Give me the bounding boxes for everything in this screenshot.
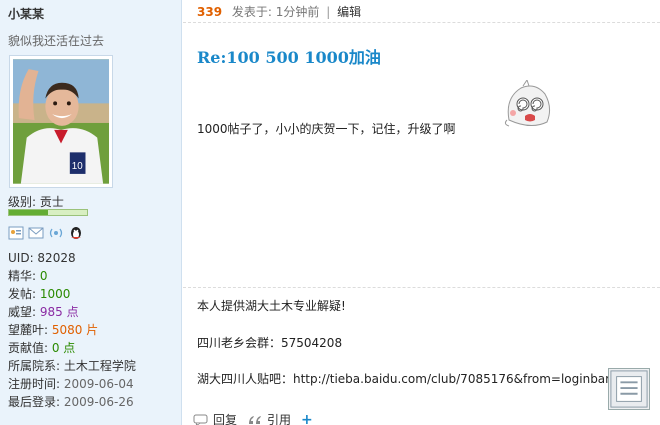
broadcast-icon[interactable] (48, 226, 64, 240)
rank-label: 级别: 贡士 (8, 195, 64, 209)
dizzy-face-emoticon (504, 80, 551, 127)
user-sidebar: 小某某 貌似我还活在过去 10 级别: 贡士 UID: 82028 精华: 0 … (0, 0, 182, 425)
message-icon[interactable] (28, 226, 44, 240)
quote-button[interactable]: 引用 (247, 411, 291, 425)
rank-progress-bar (8, 209, 88, 216)
posted-time: 发表于: 1分钟前 (231, 5, 320, 19)
reply-label: 回复 (213, 413, 238, 425)
stat-last-login: 最后登录: 2009-06-26 (8, 395, 134, 409)
stat-leaves: 望麓叶: 5080 片 (8, 323, 99, 337)
post-main: 339 发表于: 1分钟前 | 编辑 Re:100 500 1000加油 100… (183, 0, 660, 425)
post-actions: 回复 引用 + (193, 411, 313, 425)
quote-marks-icon (249, 415, 262, 424)
avatar[interactable]: 10 (9, 55, 113, 188)
signature-line-3[interactable]: 湖大四川人贴吧：http://tieba.baidu.com/club/7085… (197, 370, 610, 387)
qq-penguin-icon[interactable] (68, 226, 84, 240)
signature-divider (183, 287, 660, 288)
rank-progress-fill (9, 210, 48, 215)
quote-label: 引用 (267, 413, 292, 425)
svg-text:10: 10 (72, 161, 83, 172)
stat-digest: 精华: 0 (8, 269, 48, 283)
post-title: Re:100 500 1000加油 (197, 48, 381, 67)
reply-button[interactable]: 回复 (193, 411, 237, 425)
more-actions-plus[interactable]: + (301, 412, 313, 425)
post-content: 1000帖子了，小小的庆贺一下，记住，升级了啊 (197, 122, 456, 136)
stat-department: 所属院系: 土木工程学院 (8, 359, 136, 373)
signature-line-1: 本人提供湖大土木专业解疑! (197, 299, 346, 313)
stat-contribution: 贡献值: 0 点 (8, 341, 76, 355)
stat-uid: UID: 82028 (8, 251, 76, 265)
stat-registered: 注册时间: 2009-06-04 (8, 377, 134, 391)
page-stamp-icon[interactable] (608, 368, 650, 410)
post-meta: 339 发表于: 1分钟前 | 编辑 (197, 3, 361, 20)
reply-bubble-icon (193, 414, 208, 425)
profile-card-icon[interactable] (8, 226, 24, 240)
meta-divider (183, 22, 660, 23)
edit-link[interactable]: 编辑 (337, 5, 361, 19)
meta-separator: | (326, 5, 331, 19)
user-signature: 貌似我还活在过去 (8, 34, 105, 48)
signature-line-2: 四川老乡会群：57504208 (197, 336, 343, 350)
user-action-icons (8, 226, 84, 240)
floor-number[interactable]: 339 (197, 5, 222, 19)
username[interactable]: 小某某 (8, 5, 44, 22)
stat-prestige: 威望: 985 点 (8, 305, 79, 319)
user-stats: UID: 82028 精华: 0 发帖: 1000 威望: 985 点 望麓叶:… (8, 249, 136, 411)
avatar-image: 10 (13, 59, 109, 184)
stat-posts: 发帖: 1000 (8, 287, 71, 301)
